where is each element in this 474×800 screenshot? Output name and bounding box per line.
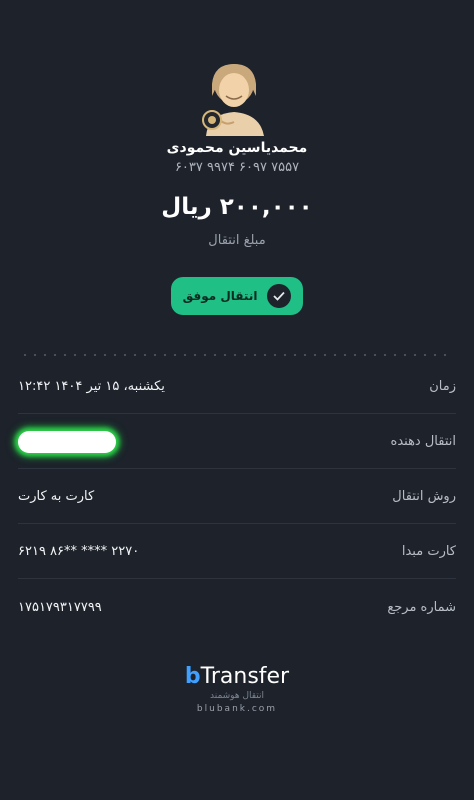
recipient-name: محمدیاسین محمودی <box>166 140 308 156</box>
logo-text: Transfer <box>200 664 290 689</box>
redacted-sender-value <box>18 430 116 453</box>
detail-label: روش انتقال <box>392 489 456 504</box>
logo-tagline: انتقال هوشمند <box>210 691 264 701</box>
status-text: انتقال موفق <box>182 289 258 303</box>
transfer-amount-label: مبلغ انتقال <box>208 233 266 248</box>
detail-row-time: زمان ۱۲:۴۲ یکشنبه، ۱۵ تیر ۱۴۰۴ <box>18 360 456 414</box>
detail-value: ۱۷۵۱۷۹۳۱۷۷۹۹ <box>18 599 102 615</box>
recipient-card-number: ۶۰۳۷ ۹۹۷۴ ۶۰۹۷ ۷۵۵۷ <box>174 160 300 175</box>
detail-label: انتقال دهنده <box>390 434 456 449</box>
detail-row-sender: انتقال دهنده <box>18 415 456 469</box>
detail-row-reference: شماره مرجع ۱۷۵۱۷۹۳۱۷۷۹۹ <box>18 580 456 634</box>
detail-label: کارت مبدا <box>401 544 456 559</box>
detail-value: ۶۲۱۹ ۸۶** **** ۲۲۷۰ <box>18 544 140 559</box>
detail-row-source-card: کارت مبدا ۶۲۱۹ ۸۶** **** ۲۲۷۰ <box>18 525 456 579</box>
detail-label: شماره مرجع <box>387 599 456 615</box>
detail-row-method: روش انتقال کارت به کارت <box>18 470 456 524</box>
detail-value: ۱۲:۴۲ یکشنبه، ۱۵ تیر ۱۴۰۴ <box>18 379 165 394</box>
btransfer-logo: bTransfer <box>0 664 474 689</box>
divider <box>20 354 454 356</box>
avatar <box>202 64 264 136</box>
detail-label: زمان <box>429 379 456 394</box>
transfer-amount: ۲۰۰,۰۰۰ ریال <box>161 194 313 220</box>
footer-url: blubank.com <box>196 704 278 714</box>
detail-value: کارت به کارت <box>18 489 95 504</box>
check-circle-icon <box>267 284 292 308</box>
status-badge: انتقال موفق <box>171 277 303 315</box>
logo-b: b <box>184 664 201 689</box>
